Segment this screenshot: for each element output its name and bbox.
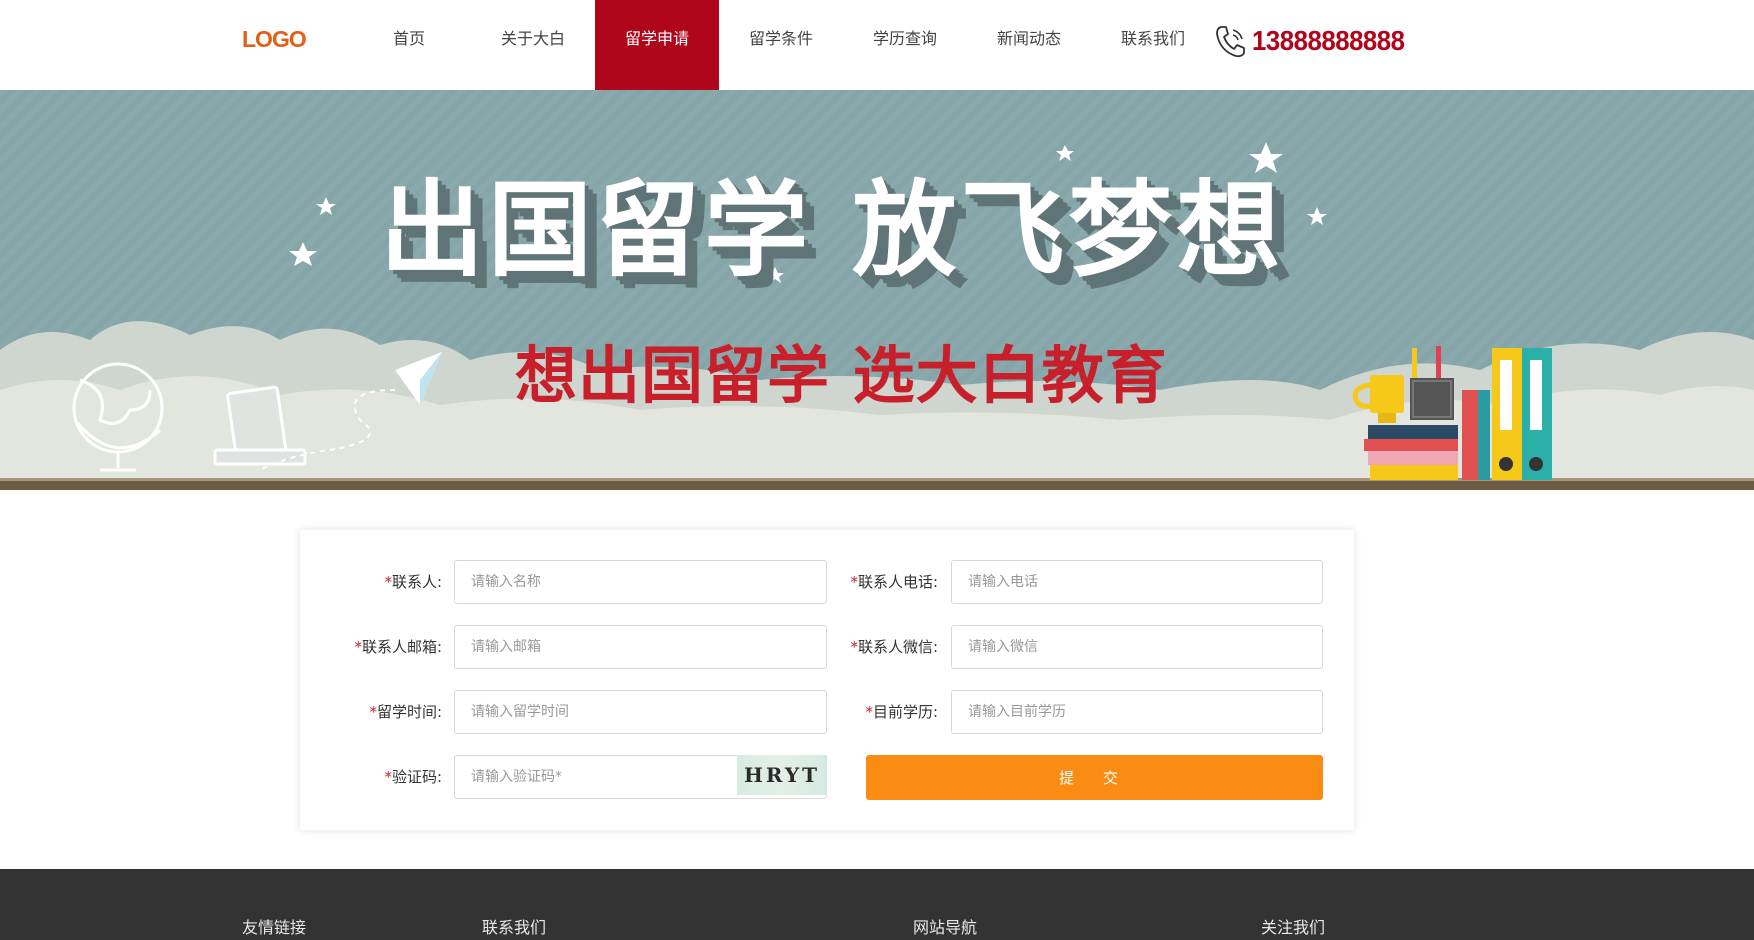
nav-item-study-conditions[interactable]: 留学条件 [719, 0, 843, 90]
captcha-image[interactable]: HRYT [737, 755, 827, 795]
education-label: *目前学历: [865, 703, 938, 721]
nav-item-contact[interactable]: 联系我们 [1091, 0, 1215, 90]
phone-contact: 13888888888 [1214, 22, 1418, 60]
main-nav: 首页 关于大白 留学申请 留学条件 学历查询 新闻动态 联系我们 [347, 0, 1215, 90]
hero-banner: 出国留学 放飞梦想 想出国留学 选大白教育 [0, 90, 1754, 490]
submit-button[interactable]: 提 交 [866, 755, 1323, 800]
email-label: *联系人邮箱: [354, 638, 442, 656]
nav-item-about[interactable]: 关于大白 [471, 0, 595, 90]
banner-title: 出国留学 放飞梦想 [380, 169, 1285, 291]
study-time-label: *留学时间: [369, 703, 442, 721]
study-time-input[interactable] [454, 690, 827, 734]
education-input[interactable] [951, 690, 1323, 734]
contact-name-input[interactable] [454, 560, 827, 604]
phone-number: 13888888888 [1252, 25, 1405, 56]
contact-wechat-input[interactable] [951, 625, 1323, 669]
contact-email-input[interactable] [454, 625, 827, 669]
pencil-holder-icon [1410, 346, 1454, 420]
captcha-label: *验证码: [384, 768, 442, 786]
site-logo[interactable]: LOGO [242, 26, 308, 52]
phone-label: *联系人电话: [850, 573, 938, 591]
contact-label: *联系人: [384, 573, 442, 591]
nav-item-study-application[interactable]: 留学申请 [595, 0, 719, 90]
nav-item-home[interactable]: 首页 [347, 0, 471, 90]
phone-icon [1216, 26, 1245, 58]
footer-sitemap-heading: 网站导航 [913, 918, 978, 937]
site-footer: 友情链接 联系我们 网站导航 关注我们 [0, 869, 1754, 940]
wechat-label: *联系人微信: [850, 638, 938, 656]
contact-phone-input[interactable] [951, 560, 1323, 604]
site-header: LOGO 首页 关于大白 留学申请 留学条件 学历查询 新闻动态 联系我们 13… [0, 0, 1754, 90]
banner-subtitle: 想出国留学 选大白教育 [515, 339, 1168, 412]
footer-contact-heading: 联系我们 [482, 918, 547, 937]
footer-friend-links-heading: 友情链接 [242, 918, 307, 937]
nav-item-news[interactable]: 新闻动态 [967, 0, 1091, 90]
footer-follow-heading: 关注我们 [1261, 918, 1326, 937]
nav-item-degree-query[interactable]: 学历查询 [843, 0, 967, 90]
